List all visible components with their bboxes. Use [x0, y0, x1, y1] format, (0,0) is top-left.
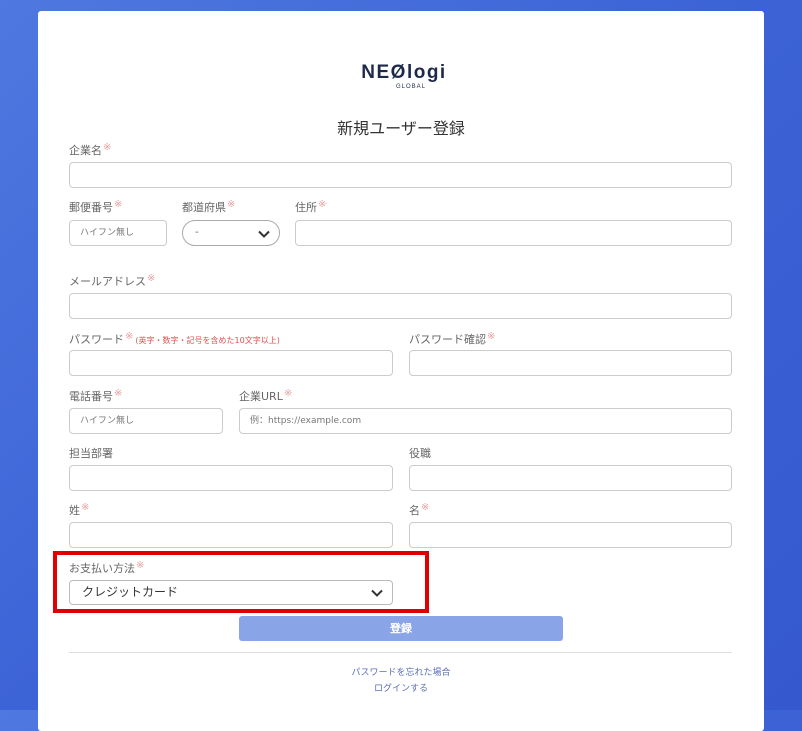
address-label: 住所※: [295, 199, 326, 215]
address-label-text: 住所: [295, 201, 317, 214]
postal-code-label: 郵便番号※: [69, 199, 122, 215]
postal-code-label-text: 郵便番号: [69, 201, 113, 214]
required-mark: ※: [421, 502, 430, 513]
logo: NEØlogi GLOBAL: [356, 62, 452, 91]
company-url-label-text: 企業URL: [239, 390, 283, 403]
email-input[interactable]: [69, 293, 732, 319]
position-input[interactable]: [409, 465, 732, 491]
required-mark: ※: [227, 199, 236, 210]
registration-card: NEØlogi GLOBAL 新規ユーザー登録 企業名※ 郵便番号※ ハイフン無…: [38, 11, 764, 731]
prefecture-label: 都道府県※: [182, 199, 235, 215]
prefecture-label-text: 都道府県: [182, 201, 226, 214]
required-mark: ※: [103, 142, 112, 153]
password-label-text: パスワード: [69, 333, 124, 346]
address-input[interactable]: [295, 220, 732, 246]
required-mark: ※: [125, 331, 134, 342]
required-mark: ※: [114, 388, 123, 399]
required-mark: ※: [147, 273, 156, 284]
register-button[interactable]: 登録: [239, 616, 563, 641]
required-mark: ※: [283, 388, 293, 399]
position-label-text: 役職: [409, 447, 431, 460]
password-label: パスワード※ (英字・数字・記号を含めた10文字以上): [69, 331, 280, 347]
chevron-down-icon: [258, 230, 270, 238]
postal-code-input[interactable]: ハイフン無し: [69, 220, 167, 246]
company-name-input[interactable]: [69, 162, 732, 188]
last-name-label: 姓※: [69, 502, 89, 518]
first-name-label: 名※: [409, 502, 429, 518]
forgot-password-link[interactable]: パスワードを忘れた場合: [38, 665, 764, 678]
required-mark: ※: [487, 331, 496, 342]
password-confirm-label-text: パスワード確認: [409, 333, 486, 346]
page-title: 新規ユーザー登録: [337, 119, 465, 138]
company-name-label-text: 企業名: [69, 144, 102, 157]
login-link[interactable]: ログインする: [38, 681, 764, 694]
company-name-label: 企業名※: [69, 142, 111, 158]
phone-input[interactable]: ハイフン無し: [69, 408, 223, 434]
logo-text: NEØlogi: [361, 62, 447, 83]
first-name-input[interactable]: [409, 522, 732, 548]
department-label: 担当部署: [69, 445, 113, 461]
password-note: (英字・数字・記号を含めた10文字以上): [135, 336, 280, 345]
prefecture-value: -: [195, 227, 199, 238]
email-label-text: メールアドレス: [69, 275, 146, 288]
first-name-label-text: 名: [409, 504, 420, 517]
department-label-text: 担当部署: [69, 447, 113, 460]
last-name-input[interactable]: [69, 522, 393, 548]
phone-label: 電話番号※: [69, 388, 122, 404]
position-label: 役職: [409, 445, 431, 461]
highlight-box: [53, 551, 429, 613]
email-label: メールアドレス※: [69, 273, 155, 289]
required-mark: ※: [318, 199, 327, 210]
company-url-label: 企業URL※: [239, 388, 292, 404]
phone-label-text: 電話番号: [69, 390, 113, 403]
last-name-label-text: 姓: [69, 504, 80, 517]
password-input[interactable]: [69, 350, 393, 376]
divider: [69, 652, 732, 653]
password-confirm-label: パスワード確認※: [409, 331, 495, 347]
required-mark: ※: [114, 199, 123, 210]
prefecture-select[interactable]: -: [182, 220, 280, 246]
required-mark: ※: [81, 502, 90, 513]
logo-subtext: GLOBAL: [395, 84, 426, 90]
password-confirm-input[interactable]: [409, 350, 732, 376]
department-input[interactable]: [69, 465, 393, 491]
company-url-input[interactable]: 例：https://example.com: [239, 408, 732, 434]
